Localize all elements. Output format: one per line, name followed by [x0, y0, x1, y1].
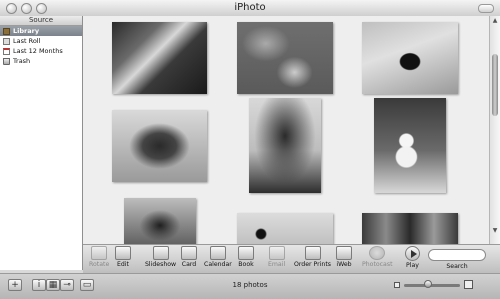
search-label: Search [446, 263, 468, 270]
email-button[interactable]: Email [268, 246, 285, 268]
card-icon [181, 246, 197, 260]
order-prints-icon [304, 246, 321, 260]
calendar-icon [209, 246, 226, 260]
photo-dog-on-deck[interactable] [112, 22, 207, 94]
scroll-down-arrow-icon[interactable]: ▼ [492, 228, 498, 234]
film-roll-icon [3, 37, 10, 45]
photo-bird[interactable] [124, 198, 196, 244]
photo-snowy-tree[interactable] [249, 98, 321, 193]
edit-button[interactable]: Edit [115, 246, 131, 268]
book-button[interactable]: Book [238, 246, 254, 268]
edit-label: Edit [117, 261, 129, 268]
iphoto-window: iPhoto Source Library Last Roll Last 12 … [0, 0, 500, 299]
photo-toy-on-snow[interactable] [112, 110, 207, 182]
edit-icon [115, 246, 131, 260]
order-prints-button[interactable]: Order Prints [294, 246, 331, 268]
zoom-slider-knob[interactable] [424, 280, 432, 288]
calendar-icon [3, 47, 10, 55]
iweb-icon [336, 246, 352, 260]
sidebar-item-last-12-months[interactable]: Last 12 Months [0, 46, 82, 56]
scroll-up-arrow-icon[interactable]: ▲ [492, 18, 498, 24]
photocast-icon [369, 246, 386, 260]
photo-two-dogs[interactable] [237, 22, 333, 94]
order-prints-label: Order Prints [294, 261, 332, 268]
play-button[interactable]: Play [405, 246, 420, 269]
email-label: Email [268, 261, 286, 268]
photo-bare-trees[interactable] [362, 213, 458, 244]
photocast-button[interactable]: Photocast [362, 246, 393, 268]
photocast-label: Photocast [362, 261, 393, 268]
slideshow-icon [152, 246, 169, 260]
small-photo-icon [394, 282, 400, 288]
source-sidebar: Source Library Last Roll Last 12 Months … [0, 16, 83, 270]
photo-sky-figure[interactable] [237, 213, 333, 244]
bottom-toolbar: Rotate Edit Slideshow Card Calendar Book… [83, 244, 500, 274]
slideshow-button[interactable]: Slideshow [145, 246, 176, 268]
search-input[interactable] [428, 249, 486, 261]
card-button[interactable]: Card [181, 246, 197, 268]
toolbar-toggle-button[interactable] [478, 4, 494, 13]
rotate-label: Rotate [89, 261, 110, 268]
book-label: Book [238, 261, 254, 268]
calendar-label: Calendar [204, 261, 232, 268]
email-icon [268, 246, 285, 260]
iweb-button[interactable]: iWeb [336, 246, 352, 268]
play-label: Play [406, 262, 419, 269]
calendar-button[interactable]: Calendar [204, 246, 232, 268]
iweb-label: iWeb [336, 261, 352, 268]
slideshow-label: Slideshow [145, 261, 177, 268]
sidebar-item-last-roll[interactable]: Last Roll [0, 36, 82, 46]
zoom-slider[interactable] [404, 284, 460, 287]
photo-snowman[interactable] [374, 98, 446, 193]
search-control: Search [427, 249, 487, 270]
sidebar-item-label: Last Roll [13, 37, 41, 45]
window-title: iPhoto [234, 2, 266, 13]
library-icon [3, 27, 10, 35]
sidebar-item-label: Trash [13, 57, 31, 65]
rotate-button[interactable]: Rotate [89, 246, 109, 268]
status-bar: + i ▦ ⊸ ▭ 18 photos [0, 273, 500, 299]
photo-browser [83, 16, 489, 244]
card-label: Card [181, 261, 197, 268]
photo-dog-in-snow[interactable] [362, 22, 458, 94]
sidebar-item-library[interactable]: Library [0, 26, 82, 36]
trash-icon [3, 57, 10, 65]
large-photo-icon [464, 280, 473, 289]
play-icon [405, 246, 420, 261]
scrollbar-thumb[interactable] [492, 54, 498, 116]
rotate-icon [91, 246, 108, 260]
vertical-scrollbar[interactable]: ▲ ▼ [489, 16, 500, 244]
title-bar: iPhoto [0, 0, 500, 17]
sidebar-item-trash[interactable]: Trash [0, 56, 82, 66]
sidebar-item-label: Library [13, 27, 40, 35]
source-header: Source [0, 16, 82, 26]
sidebar-item-label: Last 12 Months [13, 47, 63, 55]
book-icon [238, 246, 254, 260]
